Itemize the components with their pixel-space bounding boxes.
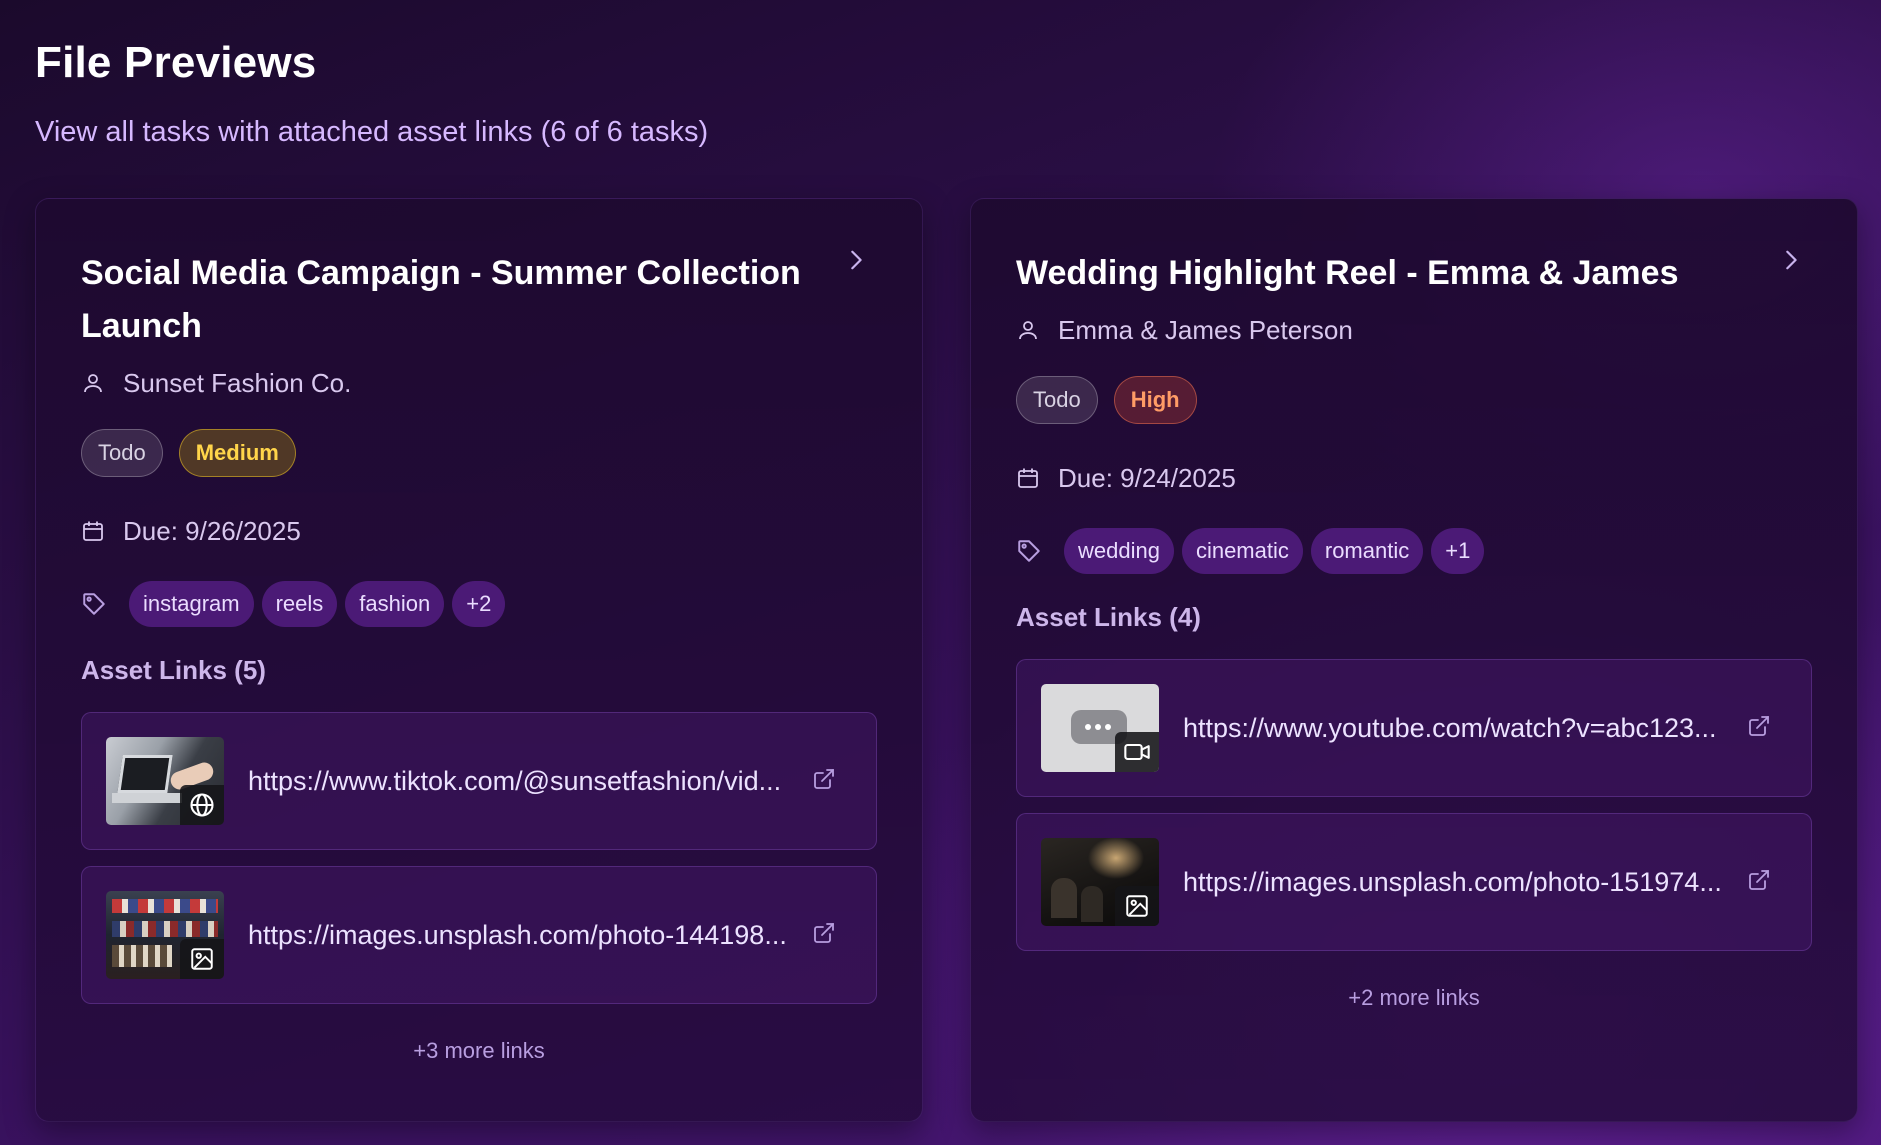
- external-link-icon[interactable]: [812, 921, 836, 945]
- image-icon: [1115, 886, 1159, 926]
- task-card[interactable]: Social Media Campaign - Summer Collectio…: [35, 198, 923, 1122]
- external-link-icon[interactable]: [1747, 868, 1771, 892]
- tags-row: instagram reels fashion +2: [81, 581, 877, 627]
- client-name: Sunset Fashion Co.: [123, 367, 352, 398]
- asset-thumbnail: [106, 737, 224, 825]
- image-icon: [180, 939, 224, 979]
- tag: cinematic: [1181, 528, 1303, 574]
- asset-url[interactable]: https://images.unsplash.com/photo-144198…: [248, 920, 787, 951]
- globe-icon: [180, 785, 224, 825]
- task-card[interactable]: Wedding Highlight Reel - Emma & James Em…: [970, 198, 1858, 1122]
- asset-thumbnail: [1041, 684, 1159, 772]
- priority-badge: High: [1113, 376, 1197, 424]
- asset-thumbnail: [106, 891, 224, 979]
- asset-url[interactable]: https://images.unsplash.com/photo-151974…: [1183, 867, 1722, 898]
- video-icon: [1115, 732, 1159, 772]
- client-name: Emma & James Peterson: [1058, 314, 1353, 345]
- tag: instagram: [129, 581, 254, 627]
- status-row: Todo Medium: [81, 429, 877, 477]
- user-icon: [84, 374, 102, 393]
- asset-list: https://www.tiktok.com/@sunsetfashion/vi…: [81, 712, 877, 1004]
- due-date: Due: 9/24/2025: [1058, 462, 1236, 493]
- asset-url[interactable]: https://www.tiktok.com/@sunsetfashion/vi…: [248, 766, 781, 797]
- tag-overflow-count: +1: [1431, 528, 1485, 574]
- tag-icon: [1018, 540, 1040, 562]
- tag: wedding: [1064, 528, 1174, 574]
- tag-icon: [83, 593, 105, 615]
- asset-link-item[interactable]: https://www.youtube.com/watch?v=abc123..…: [1016, 659, 1812, 797]
- due-date-row: Due: 9/24/2025: [1016, 460, 1812, 496]
- tag: fashion: [345, 581, 445, 627]
- tags-row: wedding cinematic romantic +1: [1016, 528, 1812, 574]
- client-row: Emma & James Peterson: [1016, 312, 1812, 348]
- due-date-row: Due: 9/26/2025: [81, 513, 877, 549]
- status-badge: Todo: [81, 429, 163, 477]
- external-link-icon[interactable]: [1747, 714, 1771, 738]
- due-date: Due: 9/26/2025: [123, 515, 301, 546]
- calendar-icon: [1018, 468, 1038, 488]
- asset-thumbnail: [1041, 838, 1159, 926]
- asset-url[interactable]: https://www.youtube.com/watch?v=abc123..…: [1183, 713, 1717, 744]
- priority-badge: Medium: [178, 429, 296, 477]
- page-subtitle: View all tasks with attached asset links…: [35, 116, 709, 148]
- tag: romantic: [1310, 528, 1424, 574]
- status-row: Todo High: [1016, 376, 1812, 424]
- page-title: File Previews: [35, 38, 317, 87]
- calendar-icon: [83, 521, 103, 541]
- asset-link-item[interactable]: https://images.unsplash.com/photo-144198…: [81, 866, 877, 1004]
- asset-links-heading: Asset Links (4): [1016, 602, 1201, 632]
- external-link-icon[interactable]: [812, 767, 836, 791]
- asset-links-heading: Asset Links (5): [81, 655, 266, 685]
- asset-link-item[interactable]: https://www.tiktok.com/@sunsetfashion/vi…: [81, 712, 877, 850]
- user-icon: [1019, 321, 1037, 340]
- client-row: Sunset Fashion Co.: [81, 365, 877, 401]
- task-title: Social Media Campaign - Summer Collectio…: [81, 254, 801, 345]
- status-badge: Todo: [1016, 376, 1098, 424]
- more-links-button[interactable]: +2 more links: [1016, 985, 1812, 1011]
- task-title: Wedding Highlight Reel - Emma & James: [1016, 254, 1679, 292]
- tag: reels: [261, 581, 338, 627]
- asset-list: https://www.youtube.com/watch?v=abc123..…: [1016, 659, 1812, 951]
- tag-overflow-count: +2: [452, 581, 506, 627]
- page-header: File Previews View all tasks with attach…: [35, 38, 708, 149]
- more-links-button[interactable]: +3 more links: [81, 1038, 877, 1064]
- asset-link-item[interactable]: https://images.unsplash.com/photo-151974…: [1016, 813, 1812, 951]
